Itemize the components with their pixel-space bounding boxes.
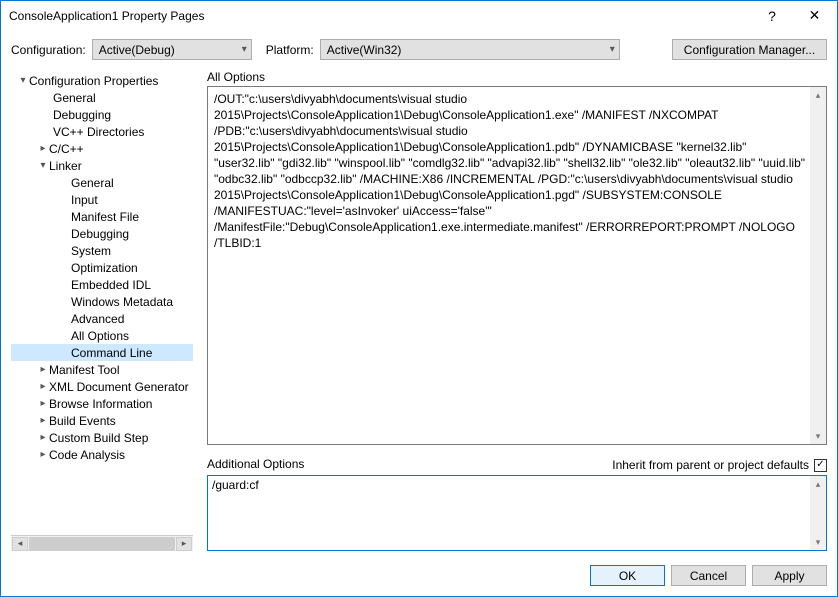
configuration-label: Configuration:: [11, 43, 86, 57]
scroll-up-icon[interactable]: ▴: [811, 87, 825, 103]
all-options-label: All Options: [207, 70, 827, 84]
scrollbar-thumb[interactable]: [29, 537, 175, 551]
tree-item-vcdirs[interactable]: VC++ Directories: [11, 123, 193, 140]
tree-item-linker-command-line[interactable]: Command Line: [11, 344, 193, 361]
titlebar[interactable]: ConsoleApplication1 Property Pages ? ✕: [1, 1, 837, 31]
config-row: Configuration: Active(Debug) ▾ Platform:…: [1, 31, 837, 70]
expand-icon[interactable]: [37, 416, 49, 426]
ok-button[interactable]: OK: [590, 565, 665, 586]
tree-item-linker-debugging[interactable]: Debugging: [11, 225, 193, 242]
tree-item-custom-build[interactable]: Custom Build Step: [11, 429, 193, 446]
scroll-left-icon[interactable]: ◂: [12, 537, 28, 551]
platform-dropdown[interactable]: Active(Win32) ▾: [320, 39, 620, 60]
expand-icon[interactable]: [37, 399, 49, 409]
configuration-value: Active(Debug): [99, 43, 175, 57]
configuration-dropdown[interactable]: Active(Debug) ▾: [92, 39, 252, 60]
window-title: ConsoleApplication1 Property Pages: [9, 9, 752, 23]
tree-item-linker-input[interactable]: Input: [11, 191, 193, 208]
tree-item-linker-advanced[interactable]: Advanced: [11, 310, 193, 327]
cancel-button[interactable]: Cancel: [671, 565, 746, 586]
configuration-manager-button[interactable]: Configuration Manager...: [672, 39, 827, 60]
inherit-label: Inherit from parent or project defaults: [612, 458, 809, 472]
tree-scroll-area[interactable]: Configuration Properties General Debuggi…: [11, 70, 193, 535]
scroll-down-icon[interactable]: ▾: [811, 428, 825, 444]
expand-icon[interactable]: [37, 144, 49, 154]
platform-value: Active(Win32): [327, 43, 402, 57]
tree-item-linker-general[interactable]: General: [11, 174, 193, 191]
property-tree: Configuration Properties General Debuggi…: [11, 70, 193, 551]
additional-options-label: Additional Options: [207, 457, 304, 471]
chevron-down-icon: ▾: [242, 44, 247, 55]
tree-item-linker-all-options[interactable]: All Options: [11, 327, 193, 344]
vertical-scrollbar[interactable]: ▴ ▾: [810, 476, 826, 550]
tree-item-linker-system[interactable]: System: [11, 242, 193, 259]
tree-item-browse-info[interactable]: Browse Information: [11, 395, 193, 412]
platform-label: Platform:: [266, 43, 314, 57]
checkbox-checked-icon: ✓: [814, 459, 827, 472]
expand-icon[interactable]: [37, 382, 49, 392]
tree-item-build-events[interactable]: Build Events: [11, 412, 193, 429]
expand-icon[interactable]: [37, 433, 49, 443]
expand-icon[interactable]: [17, 76, 29, 86]
tree-item-config-props[interactable]: Configuration Properties: [11, 72, 193, 89]
help-button[interactable]: ?: [752, 1, 792, 31]
chevron-down-icon: ▾: [610, 44, 615, 55]
vertical-scrollbar[interactable]: ▴ ▾: [810, 87, 826, 444]
tree-item-linker-embedded-idl[interactable]: Embedded IDL: [11, 276, 193, 293]
scroll-down-icon[interactable]: ▾: [811, 534, 825, 550]
expand-icon[interactable]: [37, 365, 49, 375]
tree-item-linker-manifest[interactable]: Manifest File: [11, 208, 193, 225]
tree-item-cpp[interactable]: C/C++: [11, 140, 193, 157]
apply-button[interactable]: Apply: [752, 565, 827, 586]
expand-icon[interactable]: [37, 450, 49, 460]
tree-item-linker-optimization[interactable]: Optimization: [11, 259, 193, 276]
tree-item-linker-win-meta[interactable]: Windows Metadata: [11, 293, 193, 310]
additional-options-textbox[interactable]: /guard:cf ▴ ▾: [207, 475, 827, 551]
tree-horizontal-scrollbar[interactable]: ◂ ▸: [11, 535, 193, 551]
tree-item-general[interactable]: General: [11, 89, 193, 106]
tree-item-manifest-tool[interactable]: Manifest Tool: [11, 361, 193, 378]
property-pages-window: ConsoleApplication1 Property Pages ? ✕ C…: [0, 0, 838, 597]
window-controls: ? ✕: [752, 1, 837, 31]
inherit-checkbox[interactable]: Inherit from parent or project defaults …: [612, 458, 827, 472]
tree-item-debugging[interactable]: Debugging: [11, 106, 193, 123]
additional-options-content: /guard:cf: [208, 476, 826, 494]
dialog-footer: OK Cancel Apply: [1, 557, 837, 596]
tree-item-xml-doc[interactable]: XML Document Generator: [11, 378, 193, 395]
right-panel: All Options /OUT:"c:\users\divyabh\docum…: [207, 70, 827, 551]
expand-icon[interactable]: [37, 161, 49, 171]
all-options-content: /OUT:"c:\users\divyabh\documents\visual …: [208, 87, 826, 255]
tree-item-code-analysis[interactable]: Code Analysis: [11, 446, 193, 463]
scroll-right-icon[interactable]: ▸: [176, 537, 192, 551]
tree-item-linker[interactable]: Linker: [11, 157, 193, 174]
scroll-up-icon[interactable]: ▴: [811, 476, 825, 492]
close-button[interactable]: ✕: [792, 1, 837, 31]
all-options-textbox[interactable]: /OUT:"c:\users\divyabh\documents\visual …: [207, 86, 827, 445]
